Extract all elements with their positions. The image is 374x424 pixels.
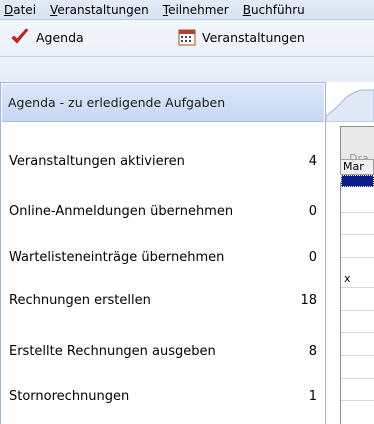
task-count: 0 <box>308 249 317 265</box>
task-count: 18 <box>300 292 317 308</box>
task-label: Rechnungen erstellen <box>9 292 151 308</box>
menu-veranstaltungen[interactable]: Veranstaltungen <box>43 0 156 19</box>
agenda-panel: Agenda - zu erledigende Aufgaben Veranst… <box>0 82 326 424</box>
task-label: Wartelisteneinträge übernehmen <box>9 249 225 265</box>
task-label: Online-Anmeldungen übernehmen <box>9 203 234 219</box>
grid-row-line <box>341 234 374 235</box>
menu-buchfuehrung-accel: B <box>242 2 251 17</box>
grid-column-header[interactable]: Mar <box>340 159 374 175</box>
task-stornorechnungen[interactable]: Stornorechnungen 1 <box>9 386 317 406</box>
grid-cell-mark: x <box>344 272 351 285</box>
grid-row-line <box>341 355 374 356</box>
menu-datei-label: atei <box>13 2 37 17</box>
agenda-button[interactable]: Agenda <box>6 24 84 50</box>
task-label: Erstellte Rechnungen ausgeben <box>9 343 216 359</box>
task-count: 0 <box>308 203 317 219</box>
grid-row-line <box>341 332 374 333</box>
grid-selected-row[interactable] <box>341 175 374 187</box>
grid-row-line <box>341 400 374 401</box>
task-count: 4 <box>308 153 317 169</box>
menu-veranstaltungen-label: eranstaltungen <box>57 2 149 17</box>
task-label: Veranstaltungen aktivieren <box>9 153 185 169</box>
agenda-panel-title: Agenda - zu erledigende Aufgaben <box>2 84 324 122</box>
task-count: 1 <box>308 388 317 404</box>
menu-buchfuehrung-label: uchführu <box>250 2 305 17</box>
task-wartelisteneintraege[interactable]: Wartelisteneinträge übernehmen 0 <box>9 247 317 267</box>
grid-row-line <box>341 378 374 379</box>
checkmark-icon <box>11 28 29 44</box>
toolbar-separator <box>0 56 374 57</box>
veranstaltungen-button[interactable]: Veranstaltungen <box>178 24 305 50</box>
task-online-anmeldungen[interactable]: Online-Anmeldungen übernehmen 0 <box>9 201 317 221</box>
grid-body <box>340 182 374 424</box>
tab-curve <box>326 89 374 122</box>
task-rechnungen-erstellen[interactable]: Rechnungen erstellen 18 <box>9 290 317 310</box>
grid-row-line <box>341 212 374 213</box>
menu-bar: Datei Veranstaltungen Teilnehmer Buchfüh… <box>0 0 374 20</box>
grid-row-line <box>341 287 374 288</box>
calendar-icon <box>178 29 196 46</box>
veranstaltungen-button-label: Veranstaltungen <box>202 29 305 45</box>
grid-row-line <box>341 310 374 311</box>
content-area: Dra Mar x <box>326 82 374 424</box>
menu-teilnehmer-label: eilnehmer <box>168 2 229 17</box>
task-label: Stornorechnungen <box>9 388 130 404</box>
menu-buchfuehrung[interactable]: Buchführu <box>236 0 312 19</box>
agenda-button-label: Agenda <box>36 29 84 45</box>
grid-row-line <box>341 257 374 258</box>
menu-datei[interactable]: Datei <box>0 0 43 19</box>
task-count: 8 <box>308 343 317 359</box>
menu-datei-accel: D <box>4 2 14 17</box>
menu-teilnehmer[interactable]: Teilnehmer <box>156 0 236 19</box>
task-veranstaltungen-aktivieren[interactable]: Veranstaltungen aktivieren 4 <box>9 151 317 171</box>
task-rechnungen-ausgeben[interactable]: Erstellte Rechnungen ausgeben 8 <box>9 341 317 361</box>
toolbar: Agenda Veranstaltungen <box>0 20 374 88</box>
